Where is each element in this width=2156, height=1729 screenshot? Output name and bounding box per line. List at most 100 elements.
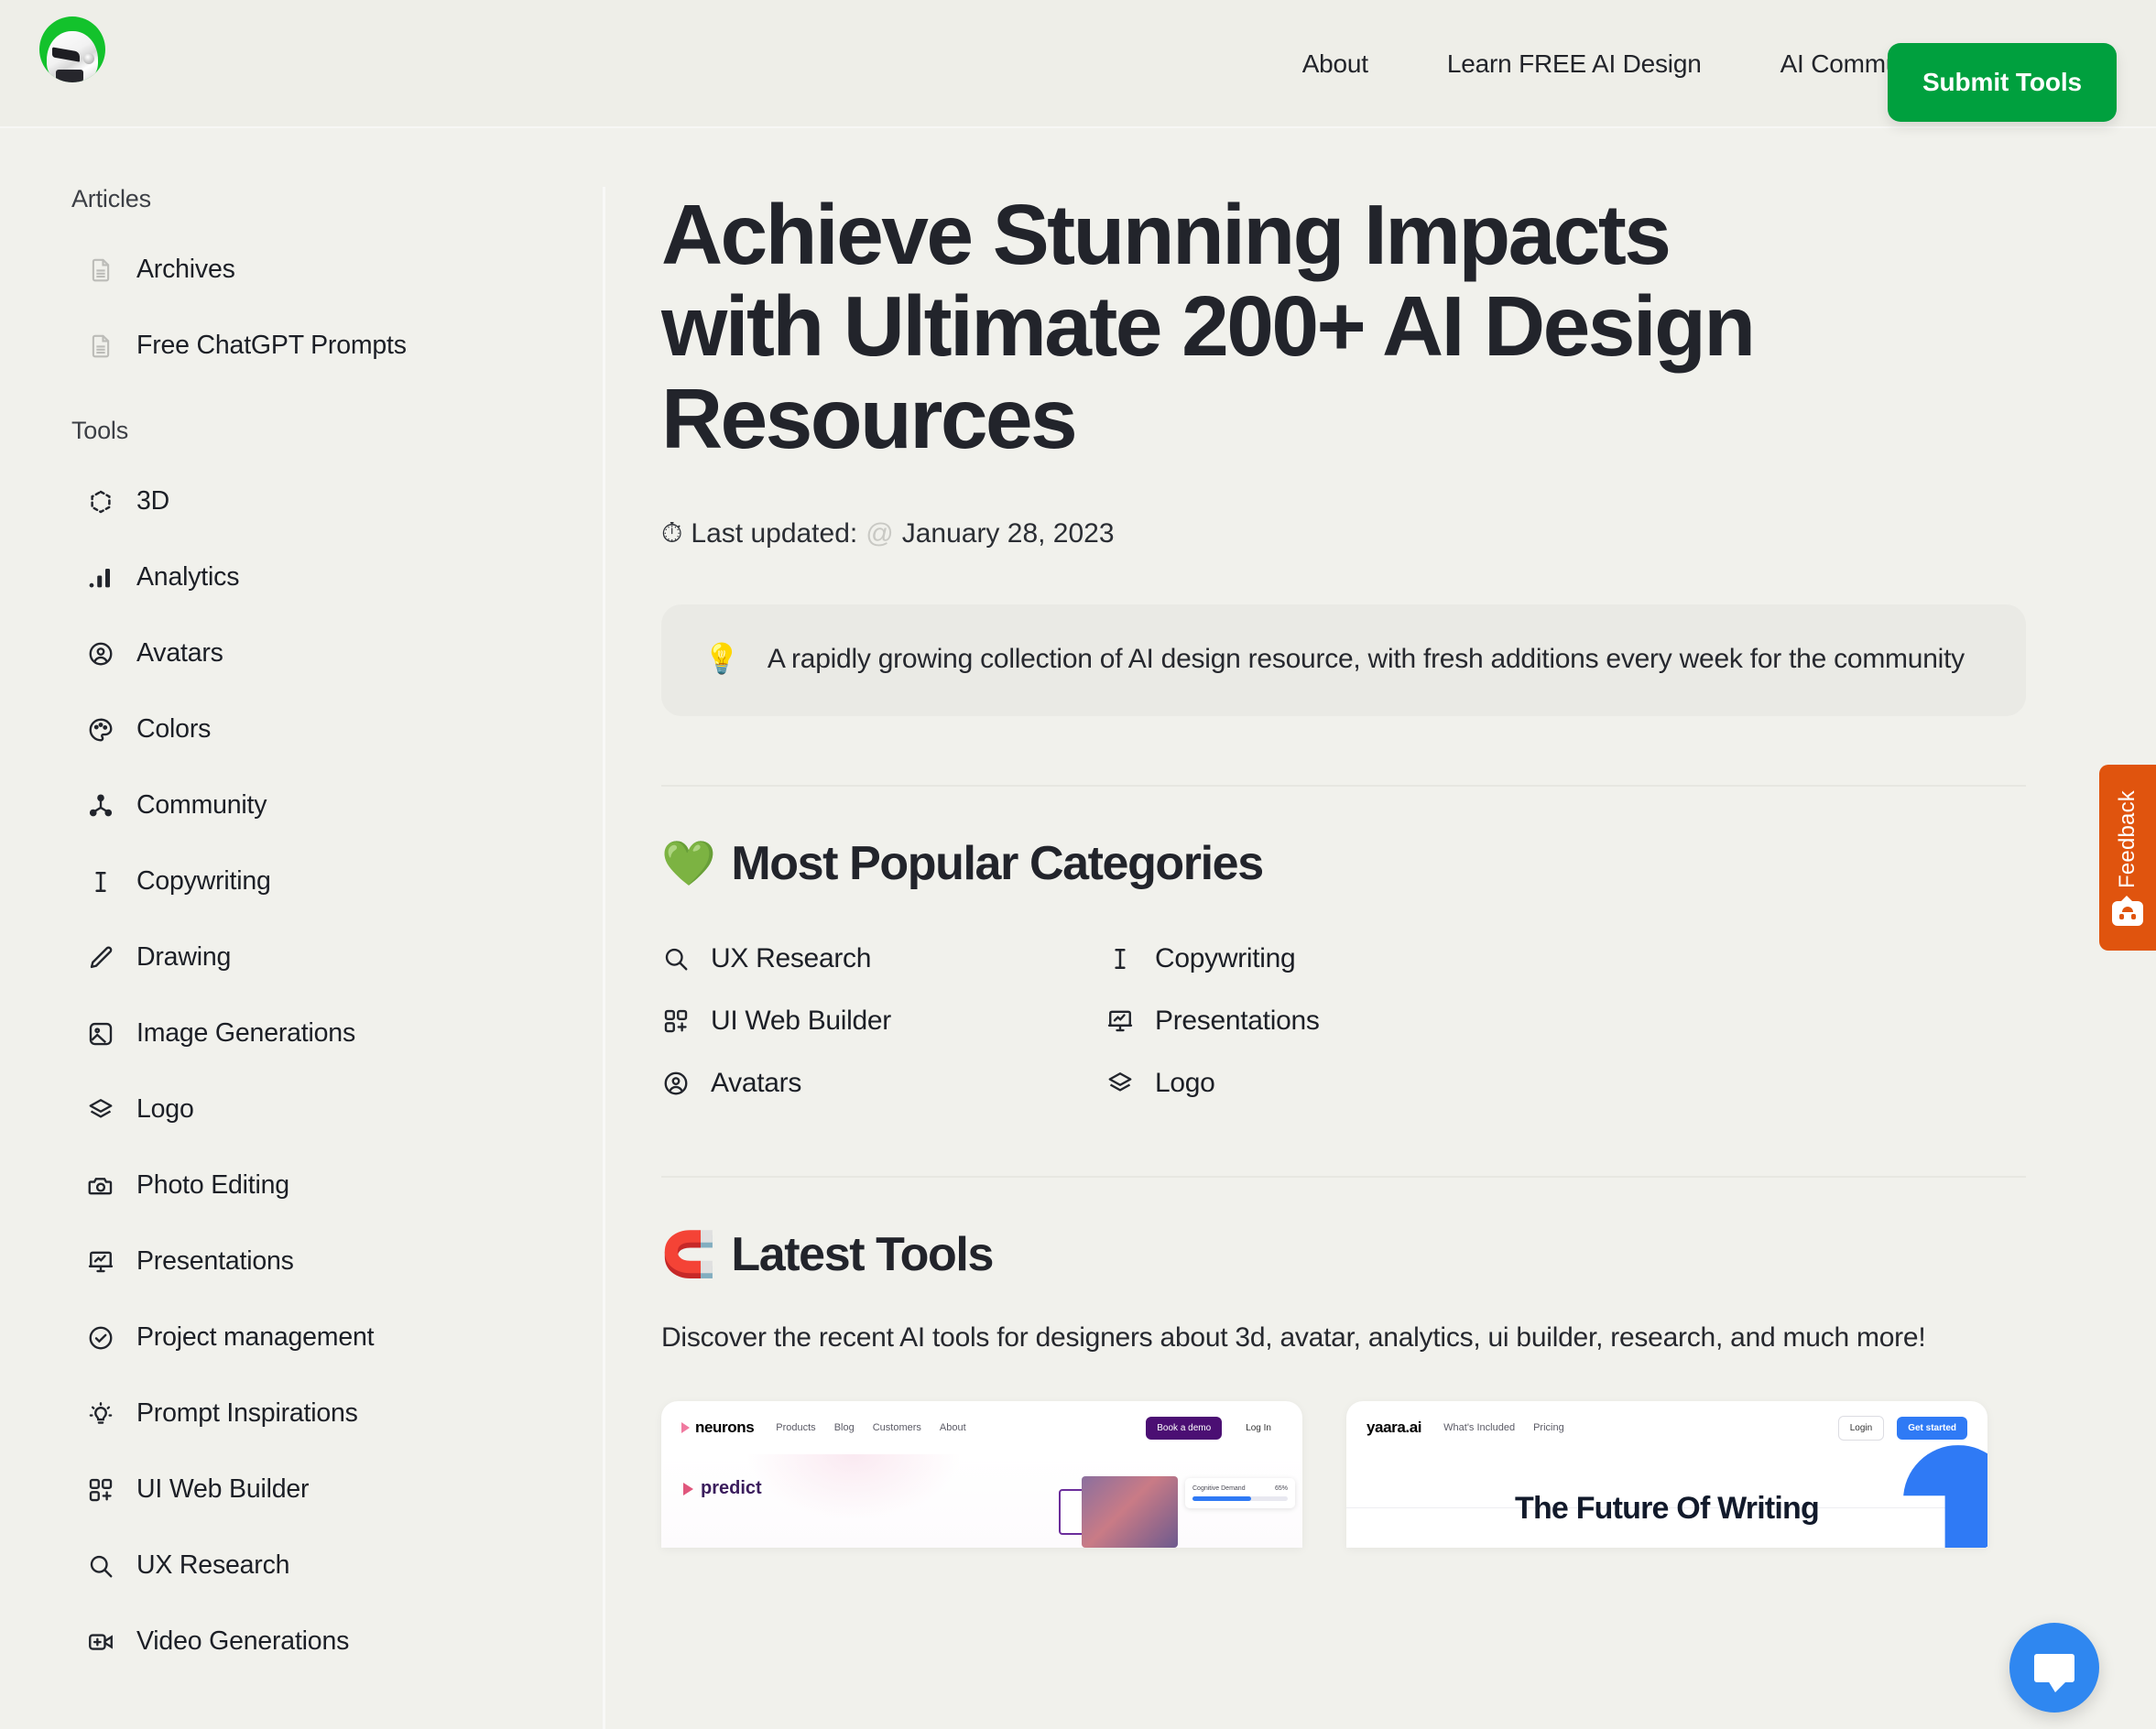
- video-plus-icon: [85, 1626, 116, 1658]
- sidebar-item-drawing[interactable]: Drawing: [0, 919, 604, 995]
- card-actions: Book a demo Log In: [1146, 1416, 1282, 1440]
- predict-logo-icon: [683, 1482, 693, 1495]
- card-nav: neurons Products Blog Customers About Bo…: [661, 1401, 1302, 1454]
- at-symbol-icon: @: [866, 517, 894, 549]
- sidebar-item-community[interactable]: Community: [0, 767, 604, 843]
- network-icon: [85, 790, 116, 821]
- neurons-logo-icon: [681, 1422, 690, 1434]
- category-label: Logo: [1155, 1067, 1215, 1098]
- sidebar-item-project-management[interactable]: Project management: [0, 1299, 604, 1376]
- sidebar-item-label: Avatars: [136, 638, 223, 668]
- card-cta-button[interactable]: Book a demo: [1146, 1416, 1223, 1440]
- card-link[interactable]: About: [940, 1422, 966, 1433]
- site-logo[interactable]: [39, 16, 105, 82]
- cube-3d-icon: [85, 486, 116, 517]
- category-ux-research[interactable]: UX Research: [661, 935, 1105, 983]
- search-icon: [661, 944, 691, 973]
- tool-card-yaara[interactable]: yaara.ai What's Included Pricing Login G…: [1346, 1401, 1987, 1549]
- card-login-link[interactable]: Log In: [1235, 1417, 1282, 1440]
- sidebar-item-photo-editing[interactable]: Photo Editing: [0, 1147, 604, 1223]
- sidebar-item-copywriting[interactable]: Copywriting: [0, 843, 604, 919]
- category-copywriting[interactable]: Copywriting: [1105, 935, 2026, 983]
- chat-widget-button[interactable]: [2009, 1623, 2099, 1713]
- category-avatars[interactable]: Avatars: [661, 1060, 1105, 1107]
- text-cursor-icon: [85, 866, 116, 897]
- main-nav: About Learn FREE AI Design AI Community: [1263, 0, 1978, 128]
- card-nav: yaara.ai What's Included Pricing Login G…: [1346, 1401, 1987, 1454]
- sidebar-item-label: Logo: [136, 1094, 194, 1124]
- body-wrapper: Articles Archives Free ChatGPT Prompts T…: [0, 128, 2156, 1729]
- category-label: Copywriting: [1155, 942, 1296, 973]
- magnet-icon: 🧲: [661, 1229, 716, 1280]
- sidebar: Articles Archives Free ChatGPT Prompts T…: [0, 128, 605, 1729]
- grid-plus-icon: [661, 1006, 691, 1036]
- category-logo[interactable]: Logo: [1105, 1060, 2026, 1107]
- sidebar-item-ui-web-builder[interactable]: UI Web Builder: [0, 1452, 604, 1528]
- sidebar-item-image-generations[interactable]: Image Generations: [0, 995, 604, 1071]
- sidebar-item-avatars[interactable]: Avatars: [0, 615, 604, 691]
- latest-tools-heading-text: Latest Tools: [731, 1227, 994, 1281]
- sidebar-item-3d[interactable]: 3D: [0, 463, 604, 539]
- sidebar-group-articles-title: Articles: [71, 185, 151, 212]
- popular-categories-heading: 💚 Most Popular Categories: [661, 836, 2026, 891]
- card-link[interactable]: Blog: [834, 1422, 855, 1433]
- camera-icon: [85, 1170, 116, 1202]
- sidebar-item-archives[interactable]: Archives: [0, 232, 604, 308]
- card-login-button[interactable]: Login: [1837, 1415, 1885, 1441]
- sidebar-item-video-generations[interactable]: Video Generations: [0, 1604, 604, 1680]
- green-heart-icon: 💚: [661, 838, 716, 889]
- card-actions: Login Get started: [1837, 1415, 1967, 1441]
- document-icon: [85, 255, 116, 286]
- card-link[interactable]: Pricing: [1533, 1422, 1564, 1433]
- sidebar-item-logo[interactable]: Logo: [0, 1071, 604, 1147]
- pencil-icon: [85, 942, 116, 973]
- category-label: UI Web Builder: [711, 1005, 891, 1036]
- palette-icon: [85, 714, 116, 745]
- presentation-icon: [1105, 1006, 1135, 1036]
- tool-card-neurons[interactable]: neurons Products Blog Customers About Bo…: [661, 1401, 1302, 1549]
- feedback-tab[interactable]: Feedback: [2099, 765, 2156, 951]
- last-updated-date: January 28, 2023: [901, 517, 1115, 549]
- check-circle-icon: [85, 1322, 116, 1354]
- nav-item-learn-free-ai-design[interactable]: Learn FREE AI Design: [1408, 49, 1741, 79]
- nav-item-about[interactable]: About: [1263, 49, 1408, 79]
- last-updated-label: Last updated:: [691, 517, 858, 549]
- sidebar-item-analytics[interactable]: Analytics: [0, 539, 604, 615]
- sidebar-item-label: Image Generations: [136, 1018, 355, 1048]
- site-header: About Learn FREE AI Design AI Community …: [0, 0, 2156, 128]
- chat-bubble-icon: [2034, 1653, 2074, 1692]
- image-icon: [85, 1018, 116, 1049]
- sidebar-item-free-chatgpt-prompts[interactable]: Free ChatGPT Prompts: [0, 308, 604, 384]
- sidebar-group-tools-title: Tools: [71, 417, 129, 444]
- card-link[interactable]: Products: [776, 1422, 815, 1433]
- metric-value: 65%: [1274, 1485, 1288, 1493]
- sidebar-item-presentations[interactable]: Presentations: [0, 1223, 604, 1299]
- category-ui-web-builder[interactable]: UI Web Builder: [661, 997, 1105, 1045]
- card-cta-button[interactable]: Get started: [1897, 1416, 1967, 1440]
- sidebar-item-ux-research[interactable]: UX Research: [0, 1528, 604, 1604]
- metric-label: Cognitive Demand: [1192, 1485, 1246, 1493]
- lightbulb-icon: 💡: [703, 641, 740, 677]
- card-links: Products Blog Customers About: [776, 1422, 965, 1433]
- sidebar-item-label: Photo Editing: [136, 1170, 289, 1200]
- sidebar-item-label: UI Web Builder: [136, 1474, 310, 1504]
- section-divider: [661, 784, 2026, 787]
- card-link[interactable]: Customers: [873, 1422, 921, 1433]
- decorative-blob: [748, 1454, 959, 1519]
- category-label: Avatars: [711, 1067, 802, 1098]
- sidebar-item-prompt-inspirations[interactable]: Prompt Inspirations: [0, 1376, 604, 1452]
- latest-tools-heading: 🧲 Latest Tools: [661, 1227, 2026, 1282]
- metric-progress-bar: [1192, 1496, 1288, 1502]
- submit-tools-button[interactable]: Submit Tools: [1887, 43, 2117, 122]
- layers-icon: [85, 1094, 116, 1125]
- sidebar-item-label: Colors: [136, 714, 212, 744]
- category-presentations[interactable]: Presentations: [1105, 997, 2026, 1045]
- sidebar-item-label: Presentations: [136, 1246, 294, 1276]
- presentation-icon: [85, 1246, 116, 1278]
- user-circle-icon: [661, 1069, 691, 1098]
- info-callout: 💡 A rapidly growing collection of AI des…: [661, 604, 2026, 716]
- card-link[interactable]: What's Included: [1443, 1422, 1515, 1433]
- sidebar-item-label: Analytics: [136, 562, 240, 592]
- stopwatch-icon: ⏱: [661, 517, 683, 550]
- sidebar-item-colors[interactable]: Colors: [0, 691, 604, 767]
